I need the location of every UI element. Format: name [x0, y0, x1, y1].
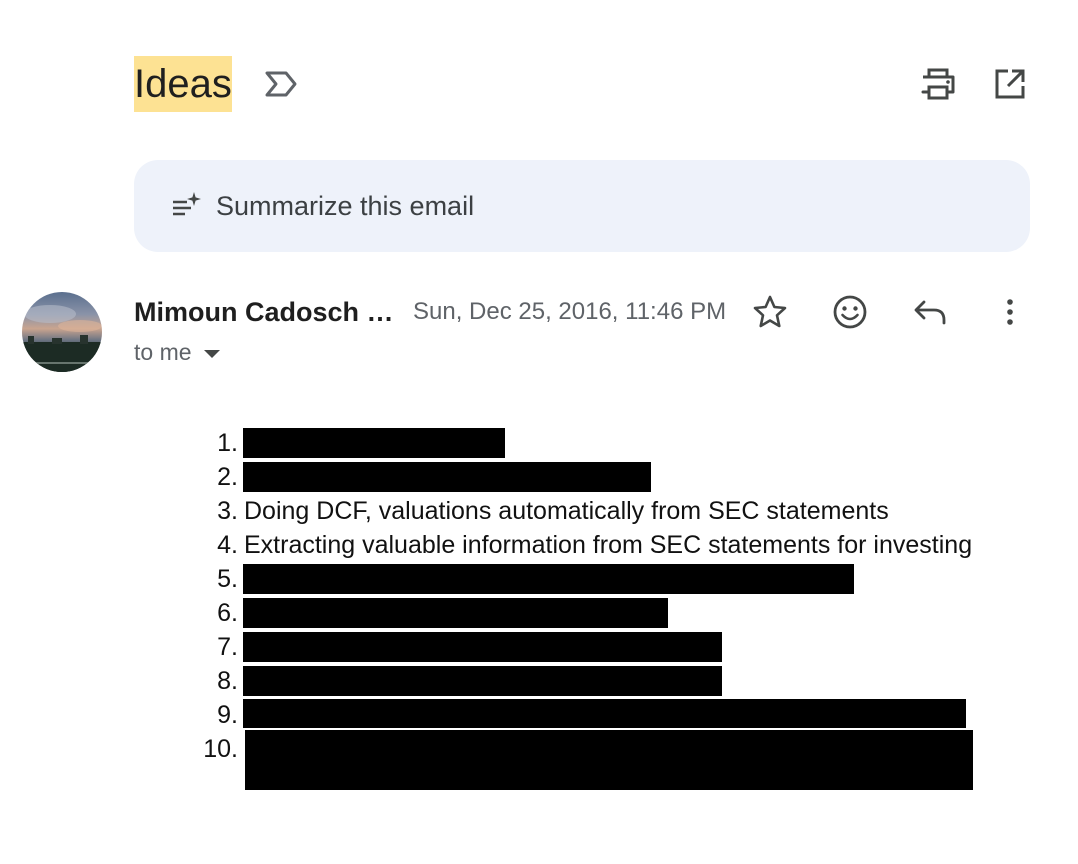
list-number: 9.: [217, 701, 238, 729]
recipient-details-toggle[interactable]: to me: [134, 336, 220, 368]
list-number: 2.: [217, 463, 238, 491]
sender-name[interactable]: Mimoun Cadosch …: [134, 294, 394, 330]
redaction-block: [245, 730, 973, 790]
list-number: 6.: [217, 599, 238, 627]
list-number: 4.: [217, 531, 238, 559]
reply-icon[interactable]: [910, 292, 950, 332]
list-number: 10.: [203, 735, 238, 763]
list-number: 5.: [217, 565, 238, 593]
redaction-block: [243, 632, 722, 662]
chevron-down-icon: [203, 349, 220, 358]
open-in-new-window-icon[interactable]: [990, 64, 1030, 104]
print-icon[interactable]: [918, 64, 958, 104]
summarize-email-button[interactable]: Summarize this email: [134, 160, 1030, 252]
star-icon[interactable]: [750, 292, 790, 332]
avatar-photo: [22, 305, 102, 372]
recipient-label: to me: [134, 339, 192, 365]
list-text: Doing DCF, valuations automatically from…: [244, 497, 889, 525]
sent-date: Sun, Dec 25, 2016, 11:46 PM: [413, 298, 727, 325]
label-icon[interactable]: [262, 68, 300, 100]
emoji-reaction-icon[interactable]: [830, 292, 870, 332]
list-number: 1.: [217, 429, 238, 457]
redaction-block: [243, 666, 722, 696]
list-number: 3.: [217, 497, 238, 525]
redaction-block: [243, 598, 668, 628]
list-number: 8.: [217, 667, 238, 695]
summarize-label: Summarize this email: [216, 191, 475, 221]
redaction-block: [243, 564, 854, 594]
redaction-block: [243, 428, 505, 458]
more-vertical-icon[interactable]: [990, 292, 1030, 332]
list-number: 7.: [217, 633, 238, 661]
summarize-sparkle-icon: [173, 192, 201, 216]
sender-avatar[interactable]: [22, 292, 102, 372]
email-subject: Ideas: [134, 56, 232, 112]
redaction-block: [243, 462, 651, 492]
redaction-block: [243, 699, 966, 728]
list-text: Extracting valuable information from SEC…: [244, 531, 973, 559]
